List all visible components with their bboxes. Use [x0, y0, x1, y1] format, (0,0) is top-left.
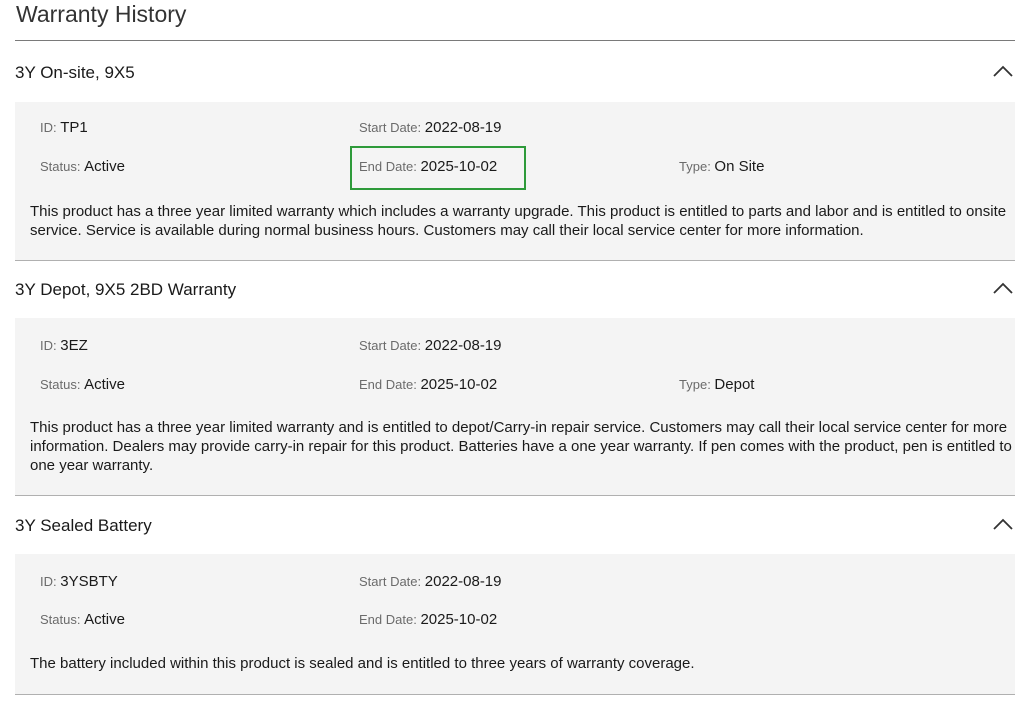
id-label: ID — [40, 120, 53, 135]
status-label: Status — [40, 377, 77, 392]
type-value: On Site — [714, 158, 765, 175]
start-date-label: Start Date — [359, 338, 418, 353]
id-field: ID: 3YSBTY — [40, 573, 118, 590]
status-field: Status: Active — [40, 158, 125, 175]
id-value: TP1 — [60, 119, 88, 136]
warranty-header-1[interactable]: 3Y On-site, 9X5 — [15, 42, 1015, 102]
warranty-title: 3Y Depot, 9X5 2BD Warranty — [15, 280, 237, 299]
start-date-value: 2022-08-19 — [424, 119, 502, 136]
start-date-field: Start Date: 2022-08-19 — [359, 337, 502, 354]
start-date-value: 2022-08-19 — [424, 337, 502, 354]
type-field: Type: Depot — [679, 376, 755, 393]
id-value: 3EZ — [60, 337, 88, 354]
end-date-label: End Date — [359, 377, 414, 392]
status-label: Status — [40, 159, 77, 174]
status-field: Status: Active — [40, 611, 125, 628]
section-divider — [15, 495, 1015, 496]
end-date-field: End Date: 2025-10-02 — [359, 158, 498, 175]
warranty-details-1: ID: TP1 Start Date: 2022-08-19 Status: A… — [15, 102, 1015, 260]
end-date-label: End Date — [359, 159, 414, 174]
chevron-up-icon[interactable] — [992, 281, 1014, 295]
chevron-up-icon[interactable] — [992, 64, 1014, 78]
start-date-label: Start Date — [359, 120, 418, 135]
warranty-header-3[interactable]: 3Y Sealed Battery — [15, 497, 1015, 554]
id-label: ID — [40, 574, 53, 589]
section-divider — [15, 694, 1015, 695]
status-field: Status: Active — [40, 376, 125, 393]
status-value: Active — [84, 158, 125, 175]
start-date-label: Start Date — [359, 574, 418, 589]
type-label: Type — [679, 159, 708, 174]
page-title: Warranty History — [16, 1, 187, 27]
id-field: ID: 3EZ — [40, 337, 88, 354]
status-value: Active — [84, 376, 125, 393]
type-field: Type: On Site — [679, 158, 765, 175]
warranty-details-2: ID: 3EZ Start Date: 2022-08-19 Status: A… — [15, 318, 1015, 495]
id-field: ID: TP1 — [40, 119, 88, 136]
start-date-value: 2022-08-19 — [424, 573, 502, 590]
id-value: 3YSBTY — [60, 573, 118, 590]
warranty-title: 3Y On-site, 9X5 — [15, 63, 135, 82]
warranty-section-3: 3Y Sealed Battery ID: 3YSBTY Start Date:… — [15, 497, 1015, 695]
warranty-details-3: ID: 3YSBTY Start Date: 2022-08-19 Status… — [15, 554, 1015, 694]
warranty-title: 3Y Sealed Battery — [15, 516, 152, 535]
type-label: Type — [679, 377, 708, 392]
status-label: Status — [40, 612, 77, 627]
id-label: ID — [40, 338, 53, 353]
end-date-value: 2025-10-02 — [420, 158, 498, 175]
start-date-field: Start Date: 2022-08-19 — [359, 573, 502, 590]
end-date-value: 2025-10-02 — [420, 376, 498, 393]
title-divider — [15, 40, 1015, 41]
warranty-description: This product has a three year limited wa… — [30, 203, 1007, 239]
warranty-section-2: 3Y Depot, 9X5 2BD Warranty ID: 3EZ Start… — [15, 261, 1015, 496]
start-date-field: Start Date: 2022-08-19 — [359, 119, 502, 136]
end-date-field: End Date: 2025-10-02 — [359, 376, 498, 393]
type-value: Depot — [714, 376, 755, 393]
end-date-field: End Date: 2025-10-02 — [359, 611, 498, 628]
warranty-header-2[interactable]: 3Y Depot, 9X5 2BD Warranty — [15, 261, 1015, 318]
end-date-label: End Date — [359, 612, 414, 627]
status-value: Active — [84, 611, 125, 628]
chevron-up-icon[interactable] — [992, 517, 1014, 531]
warranty-description: This product has a three year limited wa… — [30, 419, 1012, 474]
warranty-section-1: 3Y On-site, 9X5 ID: TP1 Start Date: 2022… — [15, 42, 1015, 261]
warranty-description: The battery included within this product… — [30, 655, 695, 672]
end-date-value: 2025-10-02 — [420, 611, 498, 628]
